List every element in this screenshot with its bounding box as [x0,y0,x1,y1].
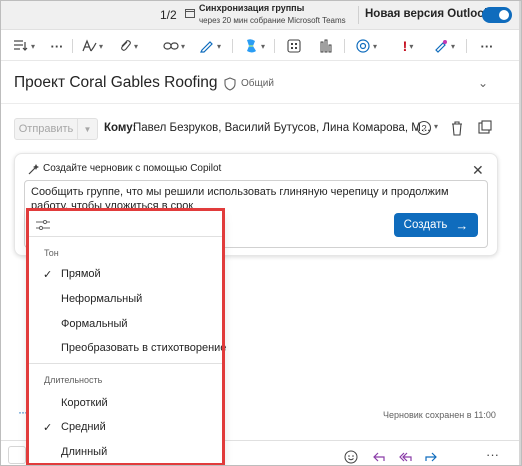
attach-button[interactable]: ▾ [114,36,142,56]
svg-text:?: ? [421,124,426,134]
divider [72,39,73,53]
loop-button[interactable]: ▾ [352,36,380,56]
copilot-icon [246,39,256,53]
new-outlook-label: Новая версия Outlook [365,8,491,20]
chevron-down-icon: ▾ [372,41,377,51]
reply-all-icon[interactable] [398,450,412,464]
insights-icon [320,39,332,53]
trash-icon[interactable] [450,120,464,136]
more-icon[interactable]: ··· [486,447,499,462]
close-icon[interactable]: ✕ [472,162,484,179]
divider [466,39,467,53]
arrow-right-icon: → [455,217,469,233]
to-recipients[interactable]: Павел Безруков, Василий Бутусов, Лина Ко… [133,122,430,134]
calendar-icon [185,9,195,18]
divider [344,39,345,53]
help-icon[interactable]: ? [416,120,432,136]
reminder-title[interactable]: Синхронизация группы [199,3,304,13]
emoji-icon[interactable] [344,450,358,464]
subject-row: Проект Coral Gables Roofing Общий ⌄ [0,62,522,104]
new-outlook-toggle[interactable] [482,7,512,23]
chevron-down-icon: ▼ [83,124,92,134]
create-label: Создать [403,219,448,231]
create-button[interactable]: Создать → [394,213,478,237]
more-icon: ··· [480,38,494,54]
highlight-outline [26,208,225,466]
link-icon [163,42,179,50]
chevron-down-icon[interactable]: ▾ [434,122,438,131]
copilot-button[interactable]: ▾ [240,36,268,56]
divider [232,39,233,53]
apps-button[interactable] [284,36,304,56]
more-options-button[interactable]: ··· [46,36,68,56]
chevron-down-icon[interactable]: ⌄ [478,76,488,90]
send-options-button[interactable]: ▼ [78,118,98,140]
link-button[interactable]: ▾ [160,36,188,56]
title-bar: 1/2 Синхронизация группы через 20 мин со… [0,0,522,30]
chevron-down-icon: ▾ [98,41,103,51]
signature-button[interactable]: ▾ [196,36,224,56]
to-label: Кому: [104,122,137,134]
text-format-button[interactable]: ▾ [10,36,38,56]
draft-saved-status: Черновик сохранен в 11:00 [383,410,496,420]
copilot-title: Создайте черновик с помощью Copilot [43,163,222,174]
popout-icon[interactable] [478,120,492,134]
loop-icon [356,39,370,53]
font-icon [82,39,97,52]
chevron-down-icon: ▾ [216,41,221,51]
more-options-button[interactable]: ··· [476,36,498,56]
chevron-down-icon: ▾ [260,41,265,51]
reply-icon[interactable] [372,450,386,464]
send-button[interactable]: Отправить [14,118,78,140]
importance-button[interactable]: ! ▾ [394,36,422,56]
signature-icon [200,41,213,53]
chevron-down-icon: ▾ [409,41,414,51]
importance-icon: ! [402,38,408,54]
forward-icon[interactable] [424,450,438,464]
chevron-down-icon: ▾ [30,41,35,51]
sensitivity-label[interactable]: Общий [241,78,274,89]
chevron-down-icon: ▾ [180,41,185,51]
copilot-sparkle-icon [28,164,39,175]
chevron-down-icon: ▾ [450,41,455,51]
chevron-down-icon: ▾ [133,41,138,51]
avatar[interactable] [8,446,26,464]
format-painter-button[interactable]: ▾ [430,36,458,56]
divider [358,6,359,24]
message-pager: 1/2 [160,8,177,22]
subject-title[interactable]: Проект Coral Gables Roofing [14,74,218,92]
font-button[interactable]: ▾ [78,36,106,56]
ribbon-toolbar: ▾ ··· ▾ ▾ ▾ ▾ ▾ ▾ ! ▾ ▾ ··· [0,31,522,61]
format-painter-icon [435,40,447,53]
divider [274,39,275,53]
apps-icon [287,39,301,53]
text-format-icon [13,40,28,51]
insights-button[interactable] [316,36,336,56]
shield-icon [224,77,236,91]
attach-icon [121,40,131,51]
reminder-subtitle: через 20 мин собрание Microsoft Teams [199,16,346,25]
more-icon: ··· [50,38,64,54]
